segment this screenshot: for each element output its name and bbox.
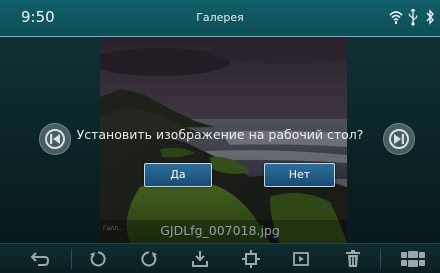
toolbar-divider — [71, 249, 72, 269]
bluetooth-icon — [425, 9, 435, 29]
rotate-right-button[interactable] — [135, 247, 163, 271]
grid-view-button[interactable] — [396, 247, 430, 271]
crop-button[interactable] — [237, 247, 265, 271]
wifi-icon — [389, 9, 403, 29]
back-button[interactable] — [22, 247, 58, 271]
delete-icon — [346, 250, 360, 267]
grid-icon — [401, 251, 425, 267]
crop-icon — [242, 250, 260, 268]
status-bar: 9:50 Галерея — [0, 0, 440, 37]
slideshow-button[interactable] — [287, 247, 315, 271]
app-title: Галерея — [196, 11, 244, 24]
dialog-message: Установить изображение на рабочий стол? — [76, 127, 364, 142]
bottom-toolbar — [0, 243, 440, 273]
usb-icon — [408, 8, 418, 30]
set-wallpaper-button[interactable] — [186, 247, 214, 271]
gallery-screen: 9:50 Галерея Установить изображение на р… — [0, 0, 440, 273]
yes-button[interactable]: Да — [144, 163, 212, 187]
delete-button[interactable] — [339, 247, 367, 271]
set-wallpaper-icon — [192, 251, 208, 267]
slideshow-icon — [293, 252, 309, 266]
rotate-left-button[interactable] — [84, 247, 112, 271]
back-icon — [30, 252, 50, 266]
filename: GJDLfg_007018.jpg — [160, 223, 280, 238]
rotate-left-icon — [90, 251, 106, 267]
rotate-right-icon — [141, 251, 157, 267]
no-button[interactable]: Нет — [264, 163, 335, 187]
toolbar-divider — [380, 249, 381, 269]
